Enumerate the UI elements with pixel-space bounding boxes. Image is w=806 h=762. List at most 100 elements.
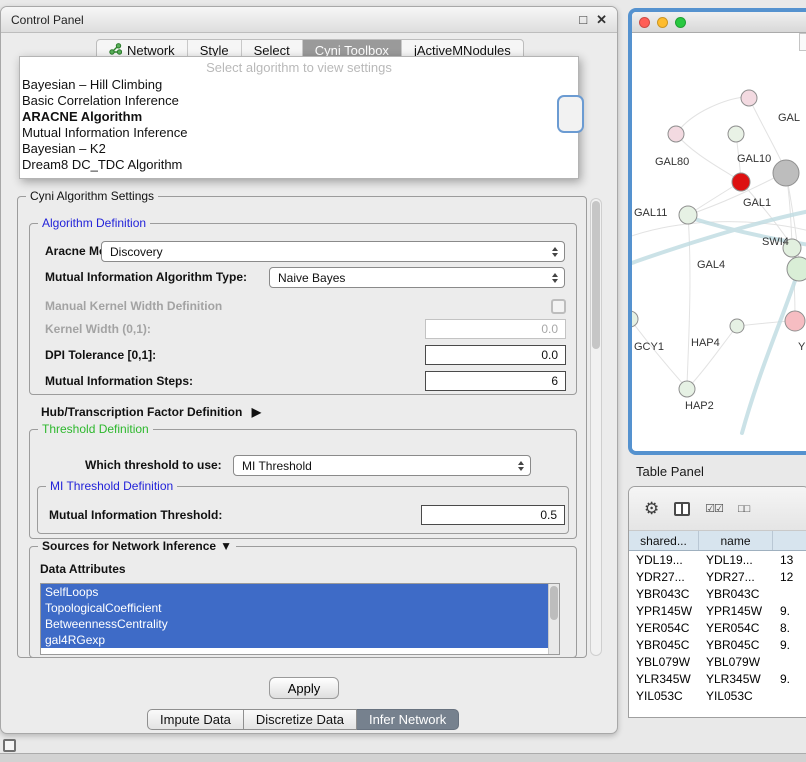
network-node[interactable]: [730, 319, 744, 333]
sources-group-toggle[interactable]: Sources for Network Inference ▼: [38, 539, 236, 554]
columns-icon[interactable]: [674, 502, 690, 516]
node-label: Y: [798, 341, 806, 353]
table-row[interactable]: YIL053CYIL053C: [629, 687, 806, 704]
list-item[interactable]: BetweennessCentrality: [41, 616, 559, 632]
which-threshold-select[interactable]: MI Threshold: [233, 455, 531, 476]
node-label: GAL: [778, 112, 800, 124]
network-node[interactable]: [785, 311, 805, 331]
collapse-arrow-icon[interactable]: ▶: [252, 405, 261, 419]
cell: YIL053C: [629, 687, 699, 704]
cell: YIL053C: [699, 687, 773, 704]
column-header[interactable]: name: [699, 531, 773, 550]
table-row[interactable]: YDL19...YDL19...13: [629, 551, 806, 568]
manual-kernel-checkbox[interactable]: [551, 299, 566, 314]
tab-impute-data[interactable]: Impute Data: [147, 709, 244, 730]
minimize-window-icon[interactable]: [657, 17, 668, 28]
field-value: 0.5: [540, 508, 557, 522]
restore-panel-icon[interactable]: [3, 739, 16, 752]
select-all-rows-icon[interactable]: ☑☑: [705, 502, 723, 515]
settings-scrollbar[interactable]: [590, 198, 602, 656]
attributes-scrollbar[interactable]: [548, 584, 559, 654]
network-canvas[interactable]: GAL GAL80 GAL10 GAL11 GAL1 SWI4 GAL4 GCY…: [632, 33, 806, 450]
which-threshold-label: Which threshold to use:: [85, 455, 222, 476]
dropdown-item[interactable]: Dream8 DC_TDC Algorithm: [20, 157, 578, 173]
dropdown-item[interactable]: Bayesian – K2: [20, 141, 578, 157]
group-title: MI Threshold Definition: [46, 479, 177, 494]
spinner-fragment[interactable]: [557, 95, 584, 133]
cell: [773, 653, 806, 670]
aracne-mode-select[interactable]: Discovery: [101, 241, 565, 262]
mi-steps-field[interactable]: 6: [425, 371, 566, 391]
table-row[interactable]: YBR043CYBR043C: [629, 585, 806, 602]
cell: 12: [773, 568, 806, 585]
node-label: GAL1: [743, 197, 771, 209]
data-attributes-list[interactable]: SelfLoops TopologicalCoefficient Between…: [40, 583, 560, 655]
table-row[interactable]: YBL079WYBL079W: [629, 653, 806, 670]
network-graph: GAL GAL80 GAL10 GAL11 GAL1 SWI4 GAL4 GCY…: [632, 33, 806, 454]
table-row[interactable]: YDR27...YDR27...12: [629, 568, 806, 585]
panel-title: Control Panel: [11, 13, 84, 27]
mi-threshold-field[interactable]: 0.5: [421, 505, 565, 525]
expand-arrow-icon[interactable]: ▼: [220, 539, 232, 554]
scrollbar-thumb[interactable]: [592, 201, 600, 349]
table-row[interactable]: YER054CYER054C8.: [629, 619, 806, 636]
node-label: GAL11: [634, 207, 667, 219]
mi-steps-label: Mutual Information Steps:: [45, 371, 193, 392]
control-panel-titlebar[interactable]: Control Panel □ ✕: [1, 7, 617, 33]
apply-button[interactable]: Apply: [269, 677, 339, 699]
zoom-window-icon[interactable]: [675, 17, 686, 28]
column-header[interactable]: [773, 531, 806, 550]
hub-section-toggle[interactable]: Hub/Transcription Factor Definition ▶: [41, 402, 261, 423]
network-node[interactable]: [787, 257, 806, 281]
network-node[interactable]: [668, 126, 684, 142]
float-panel-icon[interactable]: □: [579, 12, 587, 28]
scrollbar-thumb[interactable]: [550, 586, 558, 620]
combo-arrows-icon: [514, 461, 530, 471]
network-node[interactable]: [679, 381, 695, 397]
dropdown-item[interactable]: Bayesian – Hill Climbing: [20, 77, 578, 93]
sources-group: Sources for Network Inference ▼ Data Att…: [29, 546, 577, 658]
combo-arrows-icon: [548, 247, 564, 257]
cell: YER054C: [629, 619, 699, 636]
network-node[interactable]: [732, 173, 750, 191]
columns-icon-split: [681, 504, 683, 514]
column-header[interactable]: shared...: [629, 531, 699, 550]
list-item[interactable]: TopologicalCoefficient: [41, 600, 559, 616]
dropdown-placeholder: Select algorithm to view settings: [20, 59, 578, 77]
tab-label: Infer Network: [369, 712, 446, 727]
cell: [773, 687, 806, 704]
network-node[interactable]: [679, 206, 697, 224]
list-item[interactable]: gal4RGexp: [41, 632, 559, 648]
tab-discretize-data[interactable]: Discretize Data: [244, 709, 357, 730]
dropdown-item[interactable]: Basic Correlation Inference: [20, 93, 578, 109]
selected-value: MI Threshold: [234, 459, 514, 473]
close-panel-icon[interactable]: ✕: [596, 12, 607, 28]
kernel-width-field[interactable]: 0.0: [425, 319, 566, 339]
cell: YBR043C: [629, 585, 699, 602]
table-row[interactable]: YBR045CYBR045C9.: [629, 636, 806, 653]
manual-kernel-label: Manual Kernel Width Definition: [45, 296, 222, 317]
bottom-tabs: Impute Data Discretize Data Infer Networ…: [147, 709, 459, 730]
group-title: Algorithm Definition: [38, 216, 150, 231]
dropdown-item[interactable]: Mutual Information Inference: [20, 125, 578, 141]
network-node[interactable]: [773, 160, 799, 186]
network-node[interactable]: [741, 90, 757, 106]
list-item[interactable]: SelfLoops: [41, 584, 559, 600]
network-node[interactable]: [728, 126, 744, 142]
gear-icon[interactable]: ⚙: [644, 500, 659, 517]
unselect-all-rows-icon[interactable]: □□: [738, 503, 749, 515]
network-node-labels: GAL GAL80 GAL10 GAL11 GAL1 SWI4 GAL4 GCY…: [634, 112, 806, 412]
network-window: GAL GAL80 GAL10 GAL11 GAL1 SWI4 GAL4 GCY…: [628, 8, 806, 455]
dpi-tolerance-field[interactable]: 0.0: [425, 345, 566, 365]
network-scrollbar[interactable]: [799, 33, 806, 51]
dropdown-item[interactable]: ARACNE Algorithm: [20, 109, 578, 125]
close-window-icon[interactable]: [639, 17, 650, 28]
cell: YDL19...: [629, 551, 699, 568]
table-row[interactable]: YLR345WYLR345W9.: [629, 670, 806, 687]
cell: YER054C: [699, 619, 773, 636]
network-window-titlebar[interactable]: [632, 12, 806, 33]
mi-type-select[interactable]: Naive Bayes: [269, 267, 565, 288]
network-node[interactable]: [632, 311, 638, 327]
tab-infer-network[interactable]: Infer Network: [357, 709, 459, 730]
table-row[interactable]: YPR145WYPR145W9.: [629, 602, 806, 619]
